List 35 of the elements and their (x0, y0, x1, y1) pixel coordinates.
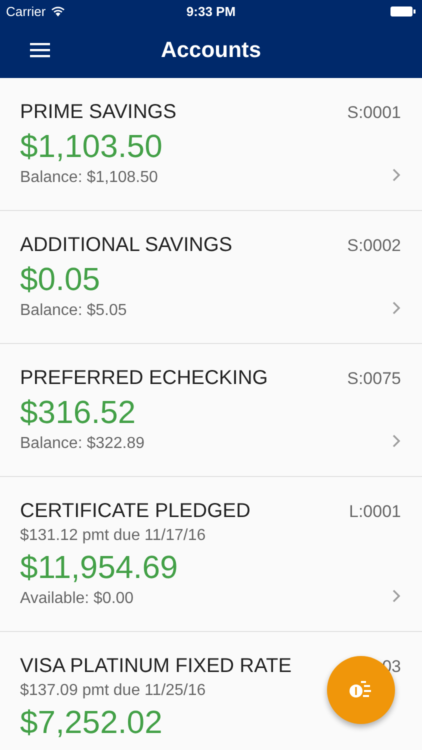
account-code: S:0002 (347, 236, 401, 256)
account-row[interactable]: ADDITIONAL SAVINGS S:0002 $0.05 Balance: $5.05 (0, 211, 422, 344)
clock: 9:33 PM (186, 4, 236, 18)
chevron-icon (392, 434, 401, 448)
account-code: S:0075 (347, 369, 401, 389)
carrier-label: Carrier (6, 4, 46, 18)
account-row[interactable]: PREFERRED ECHECKING S:0075 $316.52 Balance: $322.89 (0, 344, 422, 477)
account-amount: $7,252.02 (20, 704, 162, 741)
account-name: CERTIFICATE PLEDGED (20, 500, 250, 523)
account-name: ADDITIONAL SAVINGS (20, 234, 232, 257)
balance-label: Balance: $5.05 (20, 302, 127, 320)
account-amount: $0.05 (20, 261, 100, 298)
payment-due: $137.09 pmt due 11/25/16 (20, 682, 206, 700)
balance-label: Balance: $1,108.50 (20, 169, 158, 187)
chevron-icon (392, 301, 401, 315)
account-row[interactable]: PRIME SAVINGS S:0001 $1,103.50 Balance: $1,108.50 (0, 78, 422, 211)
balance-label: Available: $0.00 (20, 590, 134, 608)
account-amount: $316.52 (20, 394, 136, 431)
wifi-icon (50, 6, 65, 16)
battery-icon (390, 6, 416, 16)
account-name: PREFERRED ECHECKING (20, 367, 268, 390)
account-code: L:0001 (349, 502, 401, 522)
chevron-icon (392, 589, 401, 603)
account-row[interactable]: CERTIFICATE PLEDGED L:0001 $131.12 pmt due 11/17/16 $11,954.69 Available: $0.00 (0, 477, 422, 632)
payment-due: $131.12 pmt due 11/17/16 (20, 527, 206, 545)
chevron-icon (392, 168, 401, 182)
coins-icon (349, 680, 373, 700)
account-amount: $11,954.69 (20, 549, 178, 586)
menu-icon[interactable] (30, 42, 50, 58)
account-name: PRIME SAVINGS (20, 101, 176, 124)
balance-label: Balance: $322.89 (20, 435, 145, 453)
screen-title: Accounts (160, 37, 262, 63)
account-code: S:0001 (347, 103, 401, 123)
account-amount: $1,103.50 (20, 128, 162, 165)
account-name: VISA PLATINUM FIXED RATE (20, 655, 292, 678)
